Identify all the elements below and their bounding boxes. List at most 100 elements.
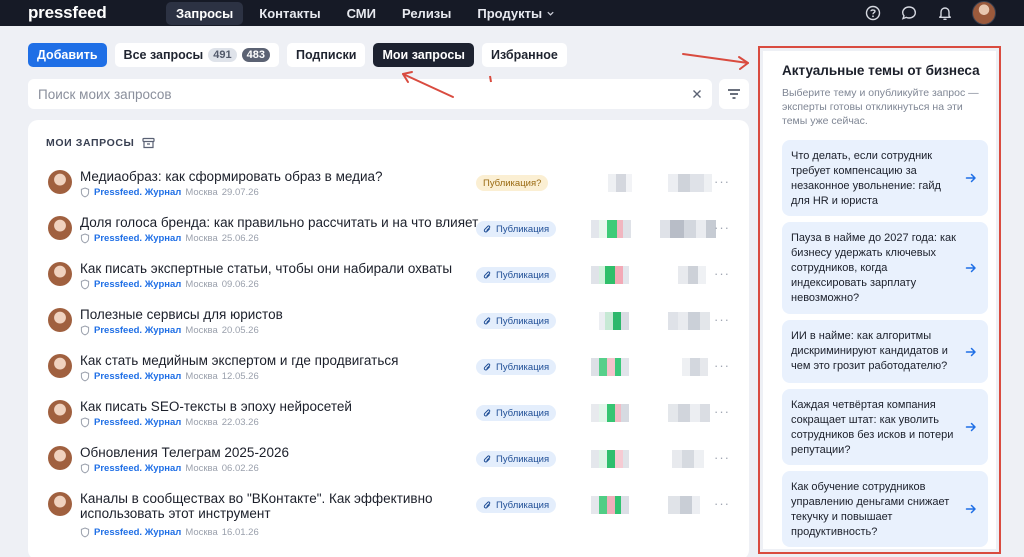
nav-item-releases[interactable]: Релизы [392,2,461,25]
media-name[interactable]: Pressfeed. Журнал [94,463,181,474]
all-count-badge: 491 [208,48,237,62]
more-options-icon[interactable]: ··· [714,174,730,189]
paperclip-icon [483,454,491,462]
list-item[interactable]: Как писать экспертные статьи, чтобы они … [46,260,736,300]
list-item[interactable]: Полезные сервисы для юристов Pressfeed. … [46,306,736,346]
new-count-badge: 483 [241,48,270,62]
filter-all-requests[interactable]: Все запросы 491 483 [114,43,279,67]
bell-icon[interactable] [936,4,954,22]
request-title[interactable]: Обновления Телеграм 2025-2026 [80,445,289,460]
archive-icon[interactable] [142,137,156,149]
topic-card[interactable]: ИИ в найме: как алгоритмы дискриминируют… [782,320,988,383]
top-icons [864,0,996,26]
chat-icon[interactable] [900,4,918,22]
more-options-icon[interactable]: ··· [714,312,730,327]
request-meta: Pressfeed. Журнал Москва 16.01.26 [80,527,259,538]
search-input[interactable] [38,86,692,102]
filter-subscriptions[interactable]: Подписки [286,43,366,67]
filter-my-requests[interactable]: Мои запросы [373,43,474,67]
shield-icon [80,325,90,336]
topic-card[interactable]: Пауза в найме до 2027 года: как бизнесу … [782,222,988,314]
clear-icon[interactable] [692,89,702,99]
help-icon[interactable] [864,4,882,22]
request-city: Москва [185,233,218,244]
add-request-button[interactable]: Добавить [28,43,107,67]
list-item[interactable]: Каналы в сообществах во "ВКонтакте". Как… [46,490,736,538]
status-badge[interactable]: Публикация [476,221,557,237]
paperclip-icon [483,408,491,416]
nav-item-products[interactable]: Продукты [467,2,565,25]
request-date: 12.05.26 [221,371,259,382]
filter-button[interactable] [719,79,749,109]
nav-item-media[interactable]: СМИ [337,2,386,25]
more-options-icon[interactable]: ··· [714,450,730,465]
request-city: Москва [185,187,218,198]
request-date: 20.05.26 [221,325,259,336]
top-bar: pressfeed Запросы Контакты СМИ Релизы Пр… [0,0,1024,26]
topic-card[interactable]: Как обучение сотрудников управлению день… [782,471,988,547]
paperclip-icon [483,500,491,508]
logo[interactable]: pressfeed [28,3,107,23]
nav-item-contacts[interactable]: Контакты [249,2,330,25]
shield-icon [80,233,90,244]
response-stats [599,312,629,330]
request-title[interactable]: Каналы в сообществах во "ВКонтакте". Как… [80,491,460,521]
status-badge[interactable]: Публикация [476,359,557,375]
status-badge[interactable]: Публикация [476,405,557,421]
response-stats [591,358,629,376]
request-meta: Pressfeed. Журнал Москва 25.06.26 [80,233,259,244]
shield-icon [80,279,90,290]
nav-item-requests[interactable]: Запросы [166,1,244,25]
request-city: Москва [185,371,218,382]
shield-icon [80,371,90,382]
author-avatar [48,354,72,378]
media-name[interactable]: Pressfeed. Журнал [94,279,181,290]
more-options-icon[interactable]: ··· [714,358,730,373]
avatar[interactable] [972,1,996,25]
request-meta: Pressfeed. Журнал Москва 09.06.26 [80,279,259,290]
author-avatar [48,308,72,332]
shield-icon [80,417,90,428]
more-options-icon[interactable]: ··· [714,496,730,511]
topic-card[interactable]: Что делать, если сотрудник требует компе… [782,140,988,216]
arrow-right-icon [965,263,976,273]
list-item[interactable]: Как писать SEO-тексты в эпоху нейросетей… [46,398,736,438]
list-item[interactable]: Медиаобраз: как сформировать образ в мед… [46,168,736,208]
topic-card[interactable]: Каждая четвёртая компания сокращает штат… [782,389,988,465]
status-badge[interactable]: Публикация [476,267,557,283]
request-title[interactable]: Как писать экспертные статьи, чтобы они … [80,261,452,276]
more-options-icon[interactable]: ··· [714,220,730,235]
status-label: Публикация [496,269,550,281]
filter-bar: Добавить Все запросы 491 483 Подписки Мо… [28,43,567,67]
request-title[interactable]: Медиаобраз: как сформировать образ в мед… [80,169,383,184]
request-date: 29.07.26 [221,187,259,198]
request-title[interactable]: Полезные сервисы для юристов [80,307,283,322]
filter-favorites[interactable]: Избранное [481,43,567,67]
response-stats [608,174,632,192]
arrow-to-panel [682,53,749,64]
shield-icon [80,187,90,198]
more-options-icon[interactable]: ··· [714,404,730,419]
response-stats [591,266,629,284]
status-badge[interactable]: Публикация [476,497,557,513]
response-count [668,174,712,192]
media-name[interactable]: Pressfeed. Журнал [94,371,181,382]
media-name[interactable]: Pressfeed. Журнал [94,527,181,538]
request-title[interactable]: Как стать медийным экспертом и где продв… [80,353,398,368]
more-options-icon[interactable]: ··· [714,266,730,281]
request-title[interactable]: Доля голоса бренда: как правильно рассчи… [80,215,478,230]
media-name[interactable]: Pressfeed. Журнал [94,417,181,428]
author-avatar [48,170,72,194]
list-item[interactable]: Обновления Телеграм 2025-2026 Pressfeed.… [46,444,736,484]
status-badge[interactable]: Публикация [476,451,557,467]
list-item[interactable]: Как стать медийным экспертом и где продв… [46,352,736,392]
list-item[interactable]: Доля голоса бренда: как правильно рассчи… [46,214,736,254]
request-title[interactable]: Как писать SEO-тексты в эпоху нейросетей [80,399,352,414]
status-badge[interactable]: Публикация? [476,175,549,191]
media-name[interactable]: Pressfeed. Журнал [94,187,181,198]
media-name[interactable]: Pressfeed. Журнал [94,325,181,336]
request-city: Москва [185,527,218,538]
business-topics-panel: Актуальные темы от бизнеса Выберите тему… [763,51,996,549]
status-badge[interactable]: Публикация [476,313,557,329]
media-name[interactable]: Pressfeed. Журнал [94,233,181,244]
